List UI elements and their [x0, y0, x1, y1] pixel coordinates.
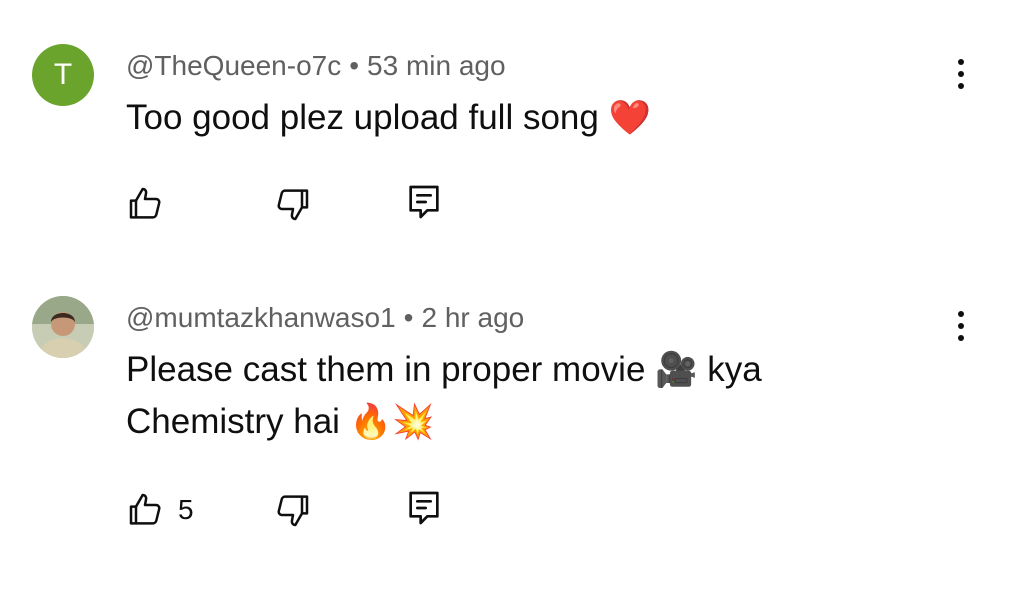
heart-emoji: ❤️	[608, 99, 651, 137]
comment-item: @mumtazkhanwaso1 • 2 hr ago Please cast th…	[0, 270, 1024, 594]
collision-emoji: 💥	[392, 403, 435, 441]
reply-icon	[409, 185, 439, 219]
avatar[interactable]: T	[32, 44, 94, 106]
avatar-letter: T	[53, 58, 73, 91]
like-button[interactable]	[126, 490, 166, 530]
comment-text: Too good plez upload full song ❤️	[126, 92, 886, 144]
meta-separator: •	[403, 302, 414, 333]
more-vert-dot	[958, 71, 964, 77]
like-button[interactable]	[126, 184, 166, 224]
comment-text-line1: Please cast them in proper movie	[126, 350, 646, 389]
more-vert-dot	[958, 323, 964, 329]
reply-button[interactable]	[404, 182, 444, 222]
comment-text: Please cast them in proper movie 🎥 kya C…	[126, 344, 886, 448]
comment-item: T @TheQueen-o7c • 53 min ago Too good plez…	[0, 0, 1024, 270]
comment-text-mid: kya	[707, 350, 762, 389]
movie-camera-emoji: 🎥	[655, 351, 698, 389]
comment-more-button[interactable]	[946, 304, 976, 348]
dislike-button[interactable]	[272, 184, 312, 224]
comment-time: 2 hr ago	[421, 302, 525, 333]
more-vert-dot	[958, 83, 964, 89]
thumbs-down-icon	[277, 495, 309, 527]
more-vert-icon	[958, 59, 964, 65]
comment-more-button[interactable]	[946, 52, 976, 96]
meta-separator: •	[349, 50, 360, 81]
comment-meta: @TheQueen-o7c • 53 min ago	[126, 50, 506, 82]
reply-button[interactable]	[404, 488, 444, 528]
thumbs-up-icon	[129, 493, 161, 525]
fire-emoji: 🔥	[349, 403, 393, 441]
comment-meta: @mumtazkhanwaso1 • 2 hr ago	[126, 302, 524, 334]
comment-text-content: Too good plez upload full song	[126, 98, 599, 137]
avatar[interactable]	[32, 296, 94, 358]
like-count: 5	[178, 494, 194, 525]
thumbs-up-icon	[129, 187, 161, 219]
reply-icon	[409, 491, 439, 525]
more-vert-dot	[958, 335, 964, 341]
thumbs-down-icon	[277, 189, 309, 221]
comment-author[interactable]: @TheQueen-o7c	[126, 50, 341, 81]
comment-time: 53 min ago	[367, 50, 506, 81]
dislike-button[interactable]	[272, 490, 312, 530]
more-vert-icon	[958, 311, 964, 317]
comment-text-line2: Chemistry hai	[126, 402, 340, 441]
avatar-photo-image	[32, 296, 94, 358]
comment-author[interactable]: @mumtazkhanwaso1	[126, 302, 396, 333]
